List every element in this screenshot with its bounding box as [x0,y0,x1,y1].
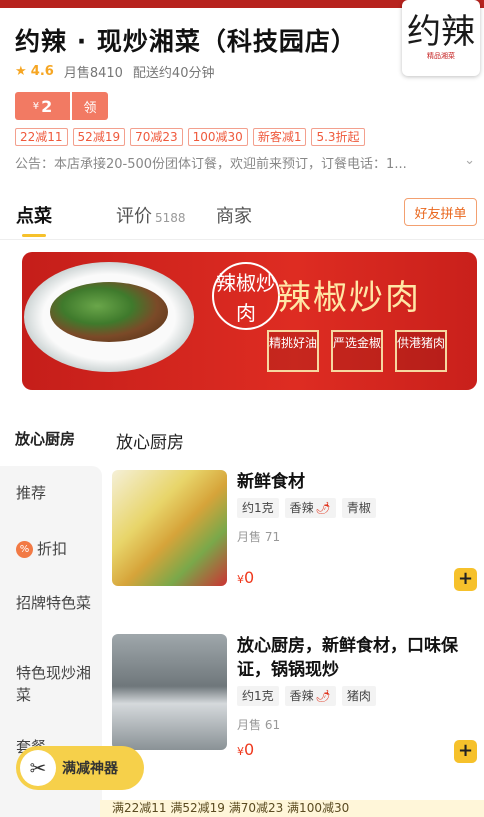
dish-sales: 月售 61 [237,718,281,732]
dish-photo[interactable] [112,470,227,586]
dish-tag-text: 香辣 [289,689,314,703]
dish-tag: 猪肉 [341,686,376,706]
discount-helper-button[interactable]: ✂ 满减神器 [16,746,144,790]
dish-sales: 月售 71 [237,530,281,544]
coupon-value: 2 [41,96,53,116]
chevron-down-icon[interactable]: ⌄ [464,153,475,168]
sidebar-item-label: 折扣 [37,540,68,558]
ticket-icon: ✂ [20,750,56,786]
price-currency: ¥ [237,745,244,758]
sidebar-item-label: 特色现炒湘菜 [16,664,92,704]
banner-tag: 严选金椒 [331,330,383,372]
notice-text: 公告：本店承接20-500份团体订餐，欢迎前来预订，订餐电话：1... [15,157,407,172]
dish-item[interactable]: 放心厨房，新鲜食材，口味保证，锅锅现炒 约1克 香辣 🌶 猪肉 月售 61 ¥0 … [112,634,477,763]
friend-group-order-button[interactable]: 好友拼单 [404,198,477,226]
coupon-currency: ¥ [32,100,40,112]
promo-tag: 22减11 [15,128,68,146]
dish-tag-text: 香辣 [289,501,314,515]
rating-value: 4.6 [30,64,54,79]
tab-reviews[interactable]: 评价 5188 [116,202,186,228]
tab-merchant[interactable]: 商家 [216,202,252,228]
category-title: 放心厨房 [116,433,184,453]
discount-progress-bar[interactable]: 满22减11 满52减19 满70减23 满100减30 [100,800,484,817]
tab-merchant-label: 商家 [216,206,252,227]
dish-name: 新鲜食材 [237,472,305,492]
dish-tag-text: 青椒 [346,501,371,515]
tab-bar: 点菜 评价 5188 商家 好友拼单 [0,198,484,240]
dish-image [50,282,168,342]
sidebar-item-signature[interactable]: 招牌特色菜 [16,592,96,614]
dish-tags: 约1克 香辣 🌶 青椒 [237,498,376,518]
tab-order-label: 点菜 [16,206,52,227]
promo-tag: 100减30 [187,128,248,146]
promo-banner[interactable]: 辣椒炒肉 辣椒炒肉 精挑好油 严选金椒 供港猪肉 [22,252,477,390]
promo-tag: 52减19 [72,128,126,146]
dish-tag: 香辣 🌶 [284,498,336,518]
sidebar-item-label: 招牌特色菜 [16,594,92,612]
review-count: 5188 [155,211,186,225]
rating-group: ★ 4.6 [15,64,54,79]
banner-tag: 精挑好油 [267,330,319,372]
add-to-cart-button[interactable]: + [454,740,477,763]
dish-tag: 约1克 [237,498,279,518]
dish-price: ¥0 [237,740,254,759]
banner-title: 辣椒炒肉 [277,278,421,318]
banner-circle-text: 辣椒炒肉 [212,262,280,330]
delivery-time: 配送约40分钟 [132,66,215,81]
dish-tag: 约1克 [237,686,279,706]
dish-tag-text: 猪肉 [346,689,371,703]
sidebar-section-title[interactable]: 放心厨房 [15,428,75,449]
price-currency: ¥ [237,573,244,586]
coupon[interactable]: ¥2 领 [15,92,108,120]
coupon-amount: ¥2 [15,92,70,120]
dish-price: ¥0 [237,568,254,587]
monthly-sales: 月售8410 [63,66,123,81]
sidebar-item-recommend[interactable]: 推荐 [16,482,96,504]
store-name: 约辣 · 现炒湘菜（科技园店） [15,27,357,56]
tab-reviews-label: 评价 [116,206,152,227]
discount-icon: % [16,541,33,558]
sidebar-item-hunan[interactable]: 特色现炒湘菜 [16,662,96,706]
logo-subtext: 精品湘菜 [427,52,455,60]
sidebar-item-label: 推荐 [16,484,47,502]
sidebar-item-discount[interactable]: % 折扣 [16,538,96,560]
dish-item[interactable]: 新鲜食材 约1克 香辣 🌶 青椒 月售 71 ¥0 + [112,470,477,591]
dish-tag: 青椒 [341,498,376,518]
tab-order[interactable]: 点菜 [16,202,52,228]
dish-tags: 约1克 香辣 🌶 猪肉 [237,686,376,706]
price-value: 0 [244,568,255,587]
banner-tag: 供港猪肉 [395,330,447,372]
store-meta: ★ 4.6 月售8410 配送约40分钟 [15,62,214,81]
promo-tag: 5.3折起 [311,128,365,146]
pepper-icon: 🌶 [315,501,331,515]
dish-tag: 香辣 🌶 [284,686,336,706]
store-logo[interactable]: 约辣 精品湘菜 [402,0,480,76]
star-icon: ★ [15,64,27,79]
claim-coupon-button[interactable]: 领 [72,92,108,120]
promo-tag: 70减23 [130,128,183,146]
promo-tag: 新客减1 [252,128,307,146]
price-value: 0 [244,740,255,759]
add-to-cart-button[interactable]: + [454,568,477,591]
discount-helper-label: 满减神器 [62,761,118,777]
dish-photo[interactable] [112,634,227,750]
active-tab-indicator [22,234,46,237]
banner-tags: 精挑好油 严选金椒 供港猪肉 [267,330,447,372]
logo-text: 约辣 [407,12,475,52]
pepper-icon: 🌶 [315,689,331,703]
store-notice[interactable]: 公告：本店承接20-500份团体订餐，欢迎前来预订，订餐电话：1... ⌄ [15,153,475,172]
dish-tag-text: 约1克 [242,689,274,703]
promotion-list[interactable]: 22减11 52减19 70减23 100减30 新客减1 5.3折起 [15,128,365,146]
dish-name: 放心厨房，新鲜食材，口味保证，锅锅现炒 [237,636,458,680]
dish-tag-text: 约1克 [242,501,274,515]
